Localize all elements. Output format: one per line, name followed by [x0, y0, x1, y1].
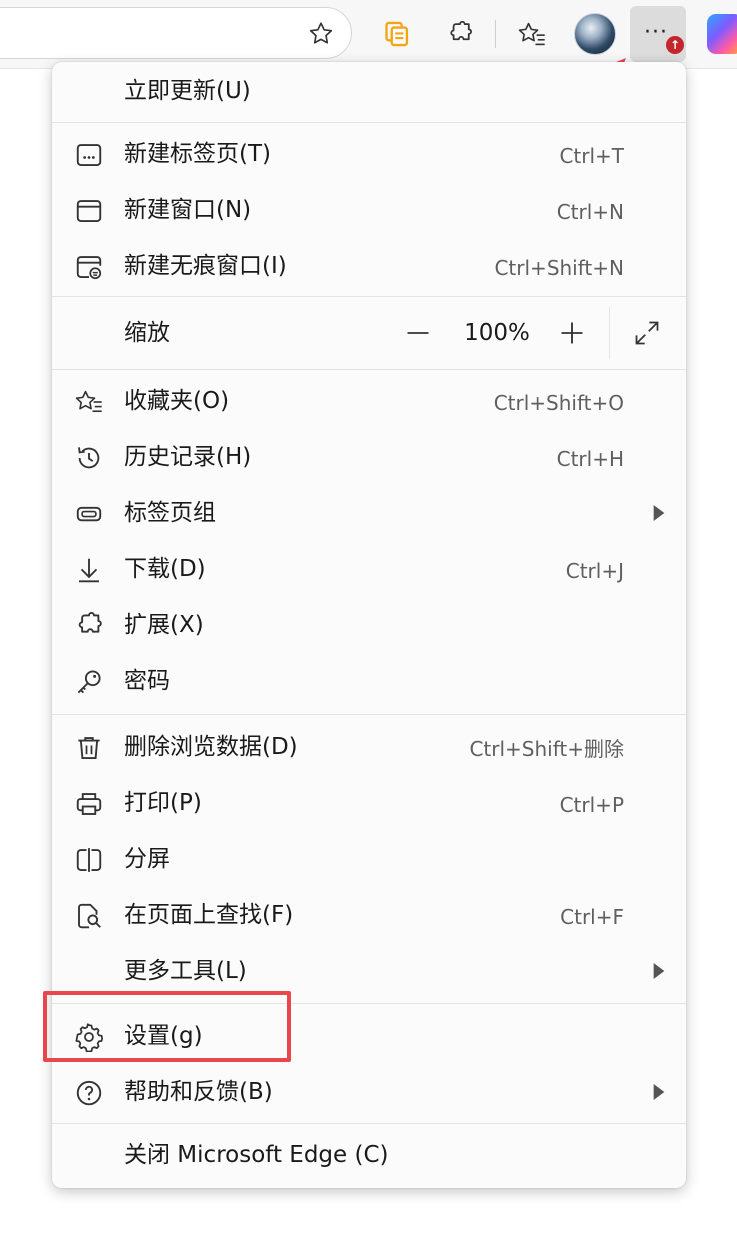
menu-item-label: 密码 [124, 668, 170, 694]
shortcut-text: Ctrl+P [559, 793, 624, 817]
zoom-divider [609, 307, 610, 359]
address-bar[interactable] [0, 7, 352, 59]
key-icon [77, 670, 101, 694]
profile-avatar[interactable] [574, 13, 616, 55]
printer-icon [76, 793, 102, 815]
menu-item-label: 在页面上查找(F) [124, 902, 294, 928]
new-tab-icon [76, 144, 102, 166]
menu-item-clear-browsing-data[interactable]: 删除浏览数据(D) Ctrl+Shift+删除 [52, 719, 686, 775]
annotation-highlight-box [43, 991, 291, 1062]
menu-item-label: 打印(P) [124, 790, 202, 816]
menu-item-split-screen[interactable]: 分屏 [52, 831, 686, 887]
menu-item-label: 立即更新(U) [124, 78, 251, 104]
menu-item-favorites[interactable]: 收藏夹(O) Ctrl+Shift+O [52, 373, 686, 429]
extensions-icon [78, 611, 102, 633]
shortcut-text: Ctrl+H [556, 447, 624, 471]
toolbar-divider [495, 20, 496, 48]
menu-item-label: 更多工具(L) [124, 958, 247, 984]
expand-icon [635, 321, 659, 345]
shortcut-text: Ctrl+J [565, 559, 624, 583]
tab-groups-icon [76, 506, 102, 522]
new-window-icon [76, 200, 102, 222]
shortcut-text: Ctrl+N [556, 200, 624, 224]
menu-item-label: 下载(D) [124, 556, 206, 582]
menu-item-new-window[interactable]: 新建窗口(N) Ctrl+N [52, 182, 686, 238]
menu-item-label: 缩放 [124, 320, 170, 346]
add-favorite-star-icon[interactable] [306, 19, 336, 49]
chevron-right-icon [653, 505, 665, 521]
menu-separator [52, 369, 686, 370]
menu-separator [52, 714, 686, 715]
download-icon [79, 558, 99, 583]
collections-icon[interactable] [382, 19, 412, 49]
chevron-right-icon [653, 1084, 665, 1100]
menu-item-label: 分屏 [124, 846, 170, 872]
zoom-value: 100% [464, 320, 530, 346]
inprivate-window-icon [76, 256, 102, 280]
menu-item-label: 标签页组 [124, 500, 216, 526]
copilot-icon[interactable] [707, 14, 737, 54]
shortcut-text: Ctrl+T [559, 144, 624, 168]
menu-item-label: 删除浏览数据(D) [124, 734, 298, 760]
menu-item-tab-groups[interactable]: 标签页组 [52, 485, 686, 541]
zoom-in-button[interactable] [550, 297, 594, 369]
minus-icon [407, 332, 429, 334]
plus-icon [561, 322, 583, 344]
menu-item-find-on-page[interactable]: 在页面上查找(F) Ctrl+F [52, 887, 686, 943]
update-badge: ↑ [664, 34, 686, 56]
menu-item-zoom: 缩放 100% [52, 297, 686, 369]
chevron-right-icon [653, 963, 665, 979]
menu-item-label: 扩展(X) [124, 612, 204, 638]
menu-item-print[interactable]: 打印(P) Ctrl+P [52, 775, 686, 831]
menu-item-extensions[interactable]: 扩展(X) [52, 597, 686, 653]
menu-item-history[interactable]: 历史记录(H) Ctrl+H [52, 429, 686, 485]
shortcut-text: Ctrl+F [560, 905, 624, 929]
zoom-out-button[interactable] [396, 297, 440, 369]
menu-separator [52, 122, 686, 123]
zoom-level: 100% [452, 297, 542, 369]
favorites-icon[interactable] [516, 19, 548, 49]
menu-item-new-inprivate-window[interactable]: 新建无痕窗口(I) Ctrl+Shift+N [52, 238, 686, 294]
menu-item-label: 新建无痕窗口(I) [124, 253, 287, 279]
history-icon [78, 447, 100, 469]
menu-separator [52, 1123, 686, 1124]
menu-item-label: 新建窗口(N) [124, 197, 252, 223]
extensions-icon[interactable] [445, 19, 475, 49]
shortcut-text: Ctrl+Shift+O [493, 391, 624, 415]
menu-item-label: 历史记录(H) [124, 444, 252, 470]
split-screen-icon [76, 848, 102, 872]
menu-item-label: 关闭 Microsoft Edge (C) [124, 1142, 389, 1168]
menu-item-new-tab[interactable]: 新建标签页(T) Ctrl+T [52, 126, 686, 182]
help-icon [76, 1080, 102, 1106]
menu-item-label: 帮助和反馈(B) [124, 1079, 273, 1105]
fullscreen-button[interactable] [624, 297, 670, 369]
shortcut-text: Ctrl+Shift+删除 [469, 737, 624, 761]
find-on-page-icon [78, 903, 101, 929]
menu-item-passwords[interactable]: 密码 [52, 653, 686, 709]
shortcut-text: Ctrl+Shift+N [494, 256, 624, 280]
favorites-icon [75, 390, 102, 413]
menu-item-label: 新建标签页(T) [124, 141, 271, 167]
menu-item-downloads[interactable]: 下载(D) Ctrl+J [52, 541, 686, 597]
menu-item-help-and-feedback[interactable]: 帮助和反馈(B) [52, 1064, 686, 1120]
trash-icon [78, 737, 100, 759]
menu-item-label: 收藏夹(O) [124, 388, 230, 414]
menu-item-close-edge[interactable]: 关闭 Microsoft Edge (C) [52, 1126, 686, 1186]
settings-and-more-button[interactable]: ··· ↑ [630, 6, 686, 62]
menu-item-update[interactable]: 立即更新(U) [52, 62, 686, 122]
